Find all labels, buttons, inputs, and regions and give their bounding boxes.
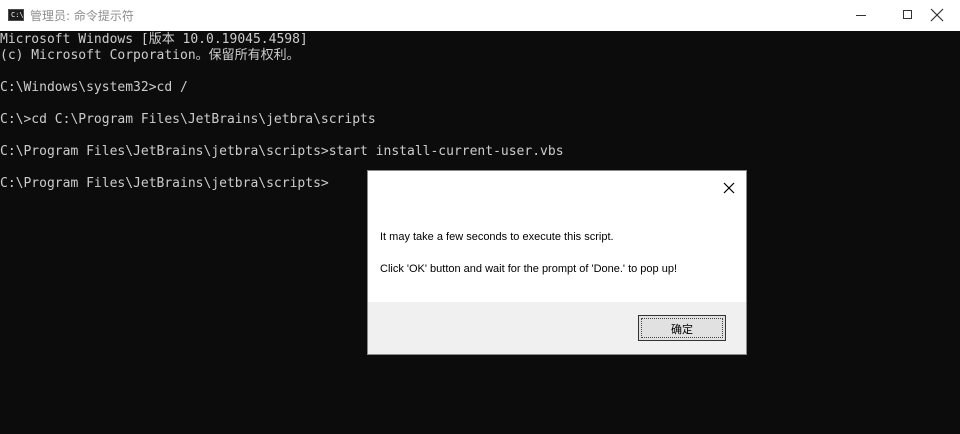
window-title: 管理员: 命令提示符 (30, 9, 134, 23)
dialog-message-line-2: Click 'OK' button and wait for the promp… (380, 263, 678, 275)
dialog-message-line-1: It may take a few seconds to execute thi… (380, 231, 614, 243)
minimize-icon (856, 15, 866, 16)
close-button[interactable] (914, 0, 960, 31)
script-dialog: It may take a few seconds to execute thi… (367, 170, 747, 355)
dialog-footer: 确定 (368, 302, 746, 354)
ok-button-label: 确定 (671, 323, 693, 336)
maximize-icon (903, 10, 912, 19)
cmd-window: C:\ 管理员: 命令提示符 Microsoft Windows [版本 10.… (0, 0, 960, 434)
dialog-close-button[interactable] (718, 177, 740, 199)
ok-button[interactable]: 确定 (638, 315, 726, 341)
console-line: C:\Program Files\JetBrains\jetbra\script… (0, 144, 564, 159)
cmd-app-icon: C:\ (8, 9, 24, 21)
title-bar[interactable]: C:\ 管理员: 命令提示符 (0, 0, 960, 31)
minimize-button[interactable] (838, 0, 884, 31)
console-line: C:\Windows\system32>cd / (0, 80, 188, 95)
console-prompt: C:\Program Files\JetBrains\jetbra\script… (0, 176, 329, 191)
console-line: Microsoft Windows [版本 10.0.19045.4598] (0, 32, 308, 47)
console-line: C:\>cd C:\Program Files\JetBrains\jetbra… (0, 112, 376, 127)
close-icon (930, 8, 944, 22)
cmd-icon-label: C:\ (11, 11, 24, 19)
console-line: (c) Microsoft Corporation。保留所有权利。 (0, 48, 300, 63)
close-icon (723, 182, 735, 194)
